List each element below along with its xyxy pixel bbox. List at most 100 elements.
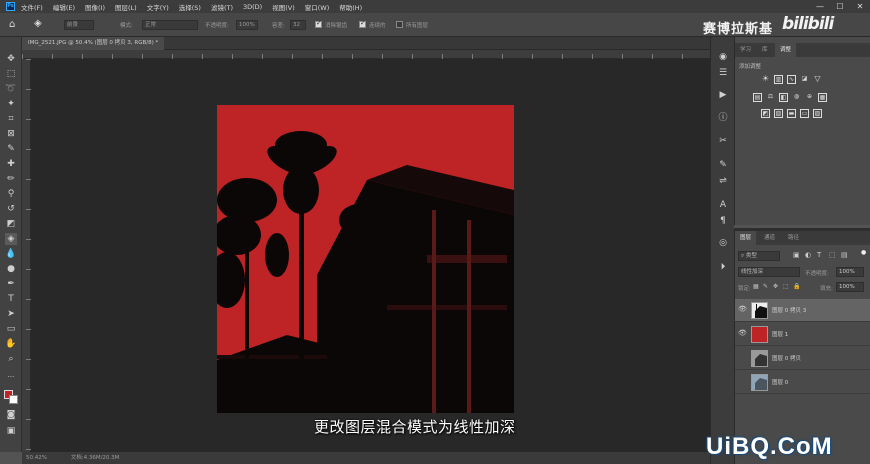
move-tool-icon[interactable]: ✥ xyxy=(5,53,17,65)
menu-filter[interactable]: 滤镜(T) xyxy=(211,2,233,12)
channel-mixer-icon[interactable]: ⊕ xyxy=(805,93,814,102)
menu-window[interactable]: 窗口(W) xyxy=(305,2,330,12)
menu-select[interactable]: 选择(S) xyxy=(179,2,201,12)
info-panel-icon[interactable]: ⓘ xyxy=(717,112,729,124)
magic-wand-tool-icon[interactable]: ✦ xyxy=(5,98,17,110)
visibility-eye-hidden-icon[interactable]: · xyxy=(738,353,746,361)
lock-transparent-icon[interactable]: ▦ xyxy=(753,283,759,290)
menu-image[interactable]: 图像(I) xyxy=(85,2,105,12)
selective-color-icon[interactable]: ▨ xyxy=(813,109,822,118)
menu-file[interactable]: 文件(F) xyxy=(21,2,43,12)
marquee-tool-icon[interactable]: ⬚ xyxy=(5,68,17,80)
lock-artboard-icon[interactable]: ⬚ xyxy=(783,283,789,290)
pen-tool-icon[interactable]: ✒ xyxy=(5,278,17,290)
tab-libraries[interactable]: 库 xyxy=(757,43,773,57)
lock-image-icon[interactable]: ✎ xyxy=(763,283,768,290)
minimize-button[interactable]: — xyxy=(810,0,830,13)
layer-row[interactable]: · 图层 0 拷贝 xyxy=(735,347,870,370)
dodge-tool-icon[interactable]: ● xyxy=(5,263,17,275)
opacity-input[interactable]: 100% xyxy=(236,20,258,30)
healing-brush-tool-icon[interactable]: ✚ xyxy=(5,158,17,170)
invert-icon[interactable]: ◩ xyxy=(761,109,770,118)
layer-row[interactable]: 👁 图层 1 xyxy=(735,323,870,346)
tab-learn[interactable]: 学习 xyxy=(735,43,756,57)
hue-saturation-icon[interactable]: ▤ xyxy=(753,93,762,102)
layer-filter-select[interactable]: ⌕ 类型 xyxy=(738,251,780,261)
adjust-sliders-icon[interactable]: ⇌ xyxy=(717,175,729,187)
more-tools-icon[interactable]: ··· xyxy=(5,371,17,383)
photoshop-logo-icon[interactable]: Ps xyxy=(6,2,15,11)
color-lookup-icon[interactable]: ▦ xyxy=(818,93,827,102)
rectangle-tool-icon[interactable]: ▭ xyxy=(5,323,17,335)
filter-smart-object-icon[interactable]: ▤ xyxy=(841,251,848,259)
home-icon[interactable]: ⌂ xyxy=(9,19,15,30)
menu-edit[interactable]: 编辑(E) xyxy=(53,2,75,12)
filter-toggle-icon[interactable]: ● xyxy=(861,249,866,256)
brush-settings-icon[interactable]: ✎ xyxy=(717,159,729,171)
frame-tool-icon[interactable]: ⊠ xyxy=(5,128,17,140)
close-button[interactable]: ✕ xyxy=(850,0,870,13)
color-balance-icon[interactable]: ⚖ xyxy=(766,93,775,102)
filter-type-icon[interactable]: T xyxy=(817,251,821,259)
tab-layers[interactable]: 图层 xyxy=(735,231,757,245)
type-tool-icon[interactable]: T xyxy=(5,293,17,305)
contiguous-checkbox[interactable] xyxy=(359,19,366,28)
tab-adjustments[interactable]: 调整 xyxy=(775,43,797,57)
3d-panel-icon[interactable]: ◎ xyxy=(717,237,729,249)
brush-tool-icon[interactable]: ✏ xyxy=(5,173,17,185)
lock-position-icon[interactable]: ✥ xyxy=(773,283,778,290)
history-brush-tool-icon[interactable]: ↺ xyxy=(5,203,17,215)
eyedropper-tool-icon[interactable]: ✎ xyxy=(5,143,17,155)
paint-bucket-tool-icon[interactable]: ◈ xyxy=(5,233,17,245)
photo-filter-icon[interactable]: ◍ xyxy=(792,93,801,102)
actions-play-icon[interactable]: ▶ xyxy=(717,89,729,101)
black-white-icon[interactable]: ◧ xyxy=(779,93,788,102)
visibility-eye-hidden-icon[interactable]: · xyxy=(738,377,746,385)
quick-mask-icon[interactable]: ◙ xyxy=(5,409,17,421)
threshold-icon[interactable]: ▬ xyxy=(787,109,796,118)
layer-row[interactable]: · 图层 0 xyxy=(735,371,870,394)
menu-3d[interactable]: 3D(D) xyxy=(243,3,262,11)
visibility-eye-icon[interactable]: 👁 xyxy=(738,329,747,337)
document-tab[interactable]: IMG_2521.JPG @ 50.4% (图层 0 拷贝 3, RGB/8) … xyxy=(22,37,165,50)
gradient-map-icon[interactable]: ▭ xyxy=(800,109,809,118)
filter-pixel-icon[interactable]: ▣ xyxy=(793,251,800,259)
paint-bucket-tool-icon[interactable]: ◈ xyxy=(34,18,42,29)
blend-mode-select[interactable]: 线性加深 xyxy=(738,267,800,277)
layer-row[interactable]: 👁 图层 0 拷贝 3 xyxy=(735,299,870,322)
menu-help[interactable]: 帮助(H) xyxy=(339,2,362,12)
levels-icon[interactable]: ▥ xyxy=(774,75,783,84)
hand-tool-icon[interactable]: ✋ xyxy=(5,338,17,350)
tolerance-input[interactable]: 32 xyxy=(290,20,306,30)
clone-stamp-tool-icon[interactable]: ⚲ xyxy=(5,188,17,200)
zoom-tool-icon[interactable]: ⌕ xyxy=(5,353,17,365)
exposure-icon[interactable]: ◪ xyxy=(800,75,809,84)
document-canvas[interactable] xyxy=(217,105,514,413)
vibrance-icon[interactable]: ▽ xyxy=(813,75,822,84)
layer-opacity-input[interactable]: 100% xyxy=(836,267,864,277)
path-selection-tool-icon[interactable]: ➤ xyxy=(5,308,17,320)
mode-select[interactable]: 正常 xyxy=(142,20,198,30)
timeline-panel-icon[interactable]: ⏵ xyxy=(717,261,729,273)
tab-paths[interactable]: 路径 xyxy=(783,231,804,245)
crop-tool-icon[interactable]: ⌗ xyxy=(5,113,17,125)
brightness-contrast-icon[interactable]: ☀ xyxy=(761,75,770,84)
character-panel-icon[interactable]: A xyxy=(717,199,729,211)
all-layers-checkbox[interactable] xyxy=(396,21,403,28)
background-color-swatch[interactable] xyxy=(9,395,18,404)
tab-channels[interactable]: 通道 xyxy=(759,231,780,245)
fill-input[interactable]: 100% xyxy=(836,282,864,292)
paragraph-panel-icon[interactable]: ¶ xyxy=(717,215,729,227)
fill-source-select[interactable]: 前景 xyxy=(64,20,94,30)
lasso-tool-icon[interactable]: ➰ xyxy=(5,83,17,95)
menu-view[interactable]: 视图(V) xyxy=(272,2,295,12)
filter-adjustment-icon[interactable]: ◐ xyxy=(805,251,811,259)
blur-tool-icon[interactable]: 💧 xyxy=(5,248,17,260)
tool-presets-icon[interactable]: ✂ xyxy=(717,135,729,147)
properties-panel-icon[interactable]: ☰ xyxy=(717,67,729,79)
anti-alias-checkbox[interactable] xyxy=(315,19,322,28)
color-panel-icon[interactable]: ◉ xyxy=(717,51,729,63)
posterize-icon[interactable]: ▧ xyxy=(774,109,783,118)
filter-shape-icon[interactable]: ⬚ xyxy=(829,251,836,259)
menu-type[interactable]: 文字(Y) xyxy=(147,2,169,12)
